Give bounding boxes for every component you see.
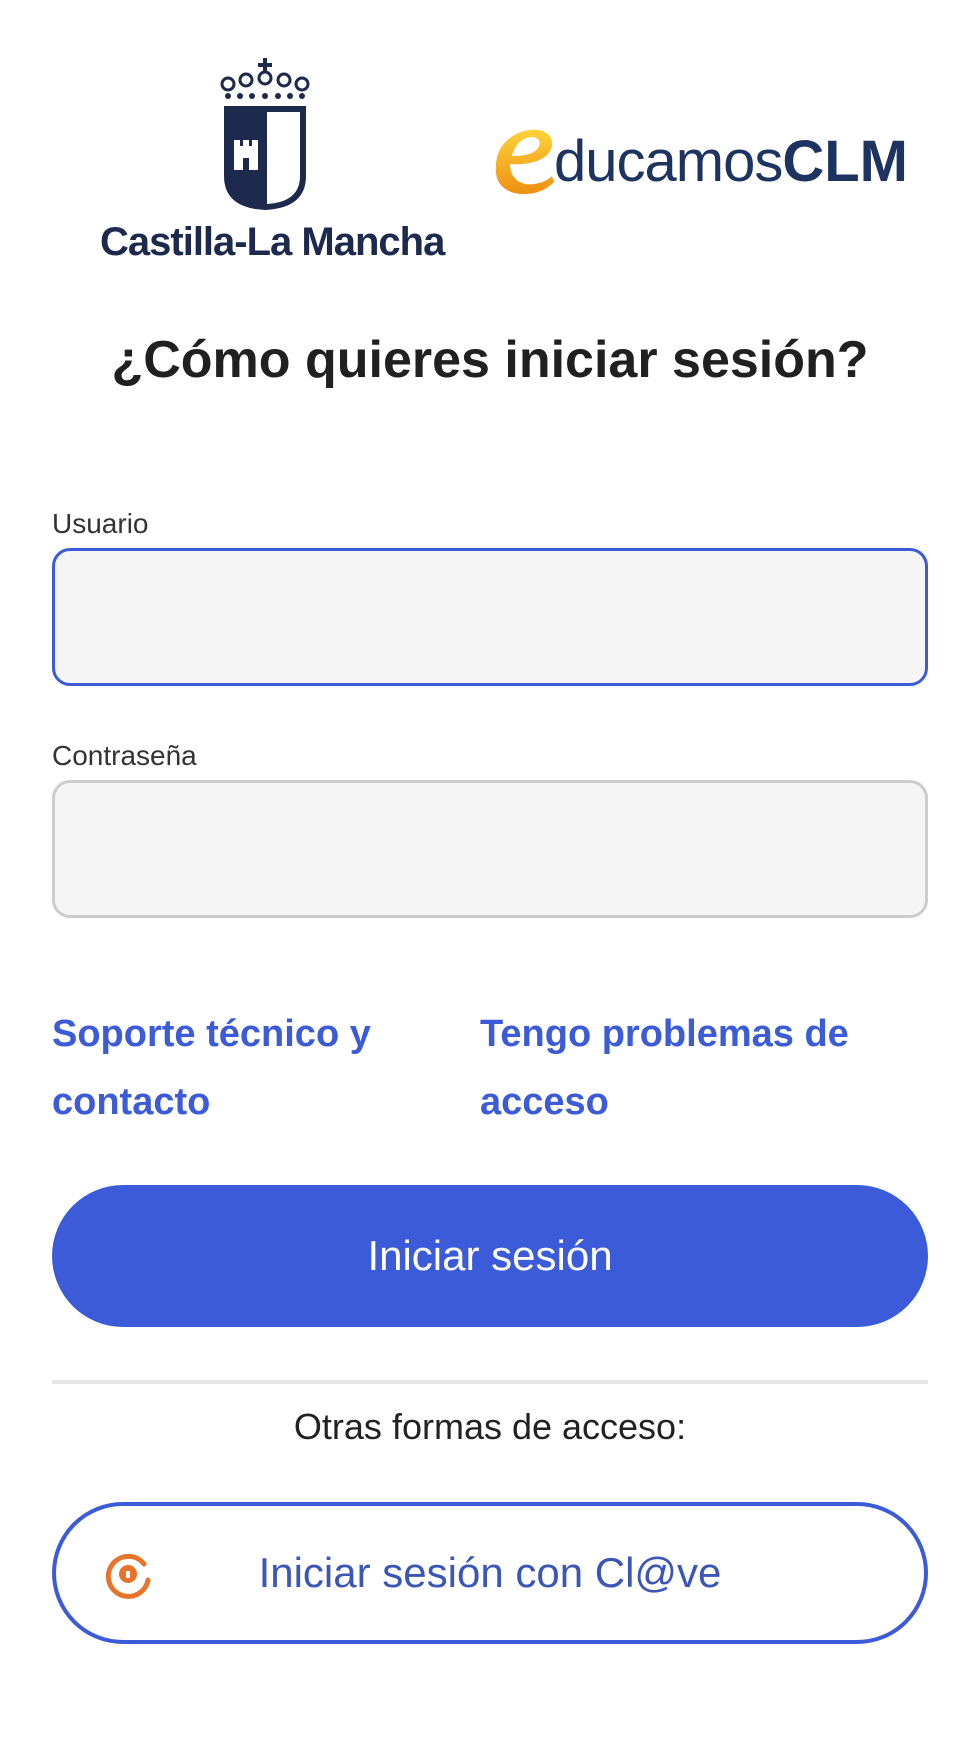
divider xyxy=(52,1380,928,1384)
educamos-logo-light: ducamos xyxy=(554,129,783,194)
username-input[interactable] xyxy=(52,548,928,686)
educamos-clm-logo: ducamosCLM xyxy=(488,120,948,210)
password-label: Contraseña xyxy=(52,740,197,771)
username-label: Usuario xyxy=(52,508,149,539)
educamos-logo-bold: CLM xyxy=(782,129,908,194)
castilla-la-mancha-crest-icon xyxy=(220,58,310,210)
access-problems-link[interactable]: Tengo problemas de acceso xyxy=(480,1000,900,1136)
page-title: ¿Cómo quieres iniciar sesión? xyxy=(111,331,869,389)
educamos-e-icon xyxy=(495,129,554,194)
login-button[interactable]: Iniciar sesión xyxy=(52,1185,928,1327)
support-contact-link[interactable]: Soporte técnico y contacto xyxy=(52,1000,432,1136)
clave-login-label: Iniciar sesión con Cl@ve xyxy=(258,1549,722,1596)
header-logos: Castilla-La Mancha ducamosCLM xyxy=(0,0,980,290)
educamos-clm-logo-text: ducamosCLM xyxy=(554,128,908,195)
clave-login-button[interactable]: Iniciar sesión con Cl@ve xyxy=(52,1502,928,1644)
password-input[interactable] xyxy=(52,780,928,918)
castilla-la-mancha-logo-text: Castilla-La Mancha xyxy=(100,220,445,264)
castilla-la-mancha-logo: Castilla-La Mancha xyxy=(100,58,445,278)
other-access-methods-label: Otras formas de acceso: xyxy=(293,1406,687,1447)
